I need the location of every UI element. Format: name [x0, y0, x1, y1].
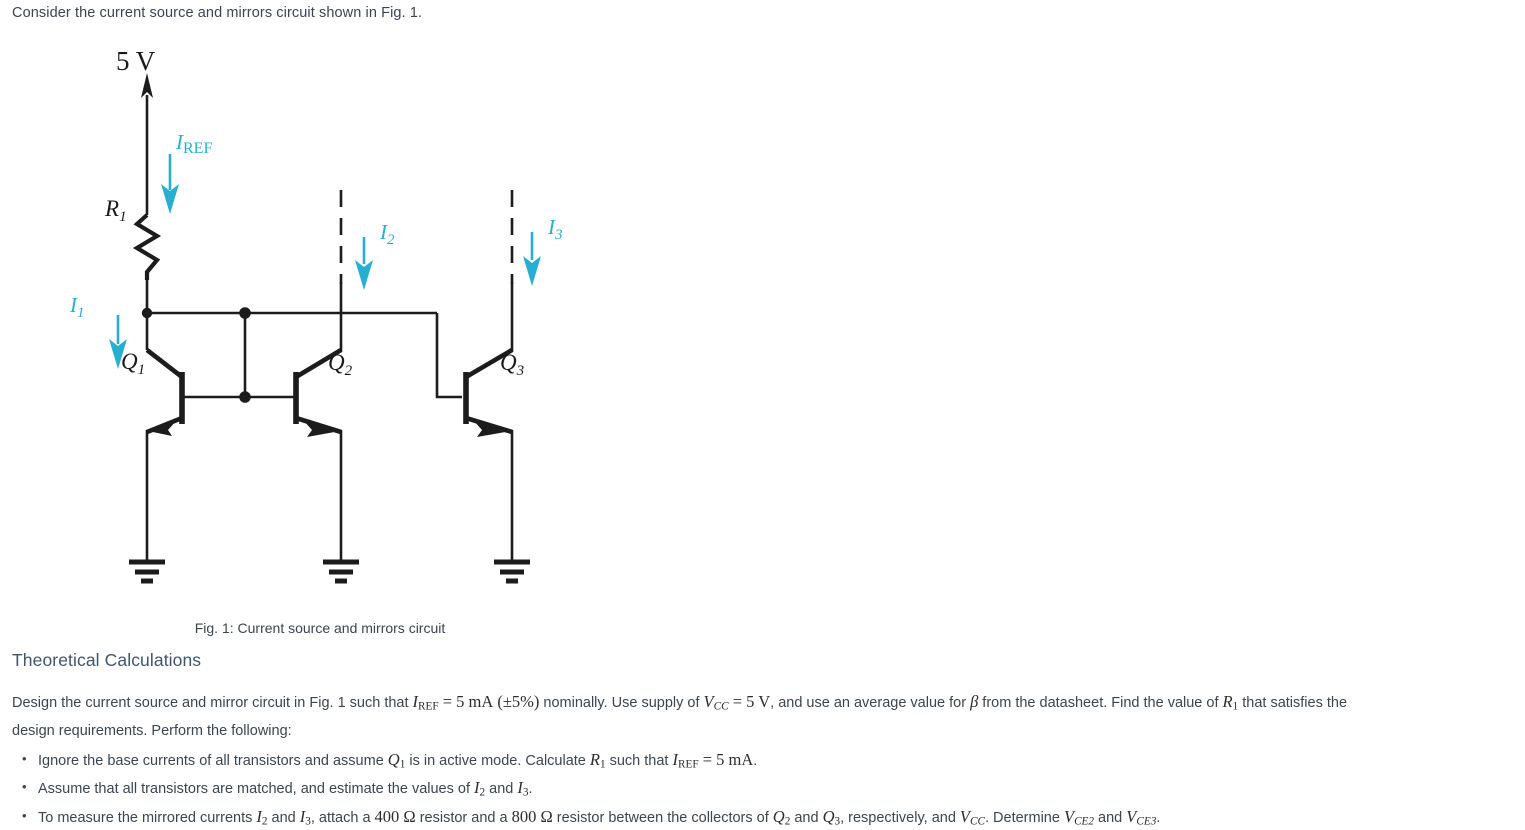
- supply-arrowhead: [141, 73, 153, 98]
- task-bullet-list: Ignore the base currents of all transist…: [12, 747, 1517, 830]
- bullet-text: resistor and a: [415, 809, 512, 826]
- figure-caption: Fig. 1: Current source and mirrors circu…: [194, 620, 446, 636]
- q1-collector-lead: [145, 348, 184, 379]
- math-number: 400 Ω: [374, 806, 416, 826]
- label-r1: R1: [104, 196, 127, 225]
- math-symbol-q2: Q2: [772, 806, 791, 828]
- math-symbol-i2: I2: [256, 806, 268, 828]
- bullet-text: and: [267, 809, 300, 826]
- para-part-1: Design the current source and mirror cir…: [12, 695, 413, 711]
- ground-symbol-q2: [323, 559, 359, 584]
- math-symbol-vCE3: VCE3: [1126, 806, 1157, 828]
- para-part-5: that satisfies the: [1238, 695, 1348, 711]
- bullet-text: To measure the mirrored currents: [38, 809, 257, 826]
- math-r1: R1: [1222, 692, 1239, 713]
- junction-dot-node2: [239, 307, 251, 319]
- math-symbol-i3: I3: [299, 806, 311, 828]
- label-i1: I1: [69, 293, 85, 321]
- math-symbol-i2: I2: [474, 778, 486, 799]
- math-symbol-vCE2: VCE2: [1063, 806, 1095, 828]
- math-symbol-q3: Q3: [822, 806, 841, 828]
- math-symbol-i3: I3: [517, 778, 529, 799]
- math-value-5ma: 5 mA: [456, 692, 494, 711]
- math-number: 800 Ω: [511, 806, 553, 826]
- bullet-text: . Determine: [984, 809, 1064, 826]
- math-symbol-r1: R1: [589, 750, 606, 771]
- bullet-text: .: [753, 753, 758, 769]
- math-equals-2: =: [728, 692, 747, 711]
- math-symbol-vCC: VCC: [959, 806, 985, 828]
- bullet-text: and: [485, 781, 518, 798]
- q3-base-feed-wire: [435, 313, 462, 399]
- math-value-5v: 5 V: [746, 692, 771, 711]
- math-symbol-iREF: IREF: [672, 750, 699, 771]
- math-iref: IREF: [412, 692, 439, 713]
- design-paragraph: Design the current source and mirror cir…: [12, 689, 1517, 744]
- label-supply-voltage: 5 V: [116, 46, 156, 76]
- para-part-3: , and use an average value for: [770, 695, 971, 711]
- bullet-text: Ignore the base currents of all transist…: [38, 753, 388, 769]
- junction-dot-node1: [141, 307, 153, 319]
- bullet-text: is in active mode. Calculate: [405, 753, 590, 769]
- bullet-ignore-base-currents: Ignore the base currents of all transist…: [12, 747, 1517, 776]
- junction-dot-base: [239, 391, 251, 403]
- math-symbol-q1: Q1: [387, 750, 406, 771]
- para-part-6: design requirements. Perform the followi…: [12, 723, 292, 740]
- bullet-text: and: [790, 809, 823, 826]
- math-vcc: VCC: [703, 692, 729, 713]
- bullet-matched-transistors: Assume that all transistors are matched,…: [12, 775, 1517, 804]
- circuit-diagram: 5 V IREF R1 I1 I2 I3 Q1 Q2 Q3: [69, 46, 563, 584]
- math-tolerance: (±5%): [497, 692, 540, 711]
- document-page: Consider the current source and mirrors …: [0, 0, 1525, 830]
- current-arrow-iref: [161, 154, 179, 214]
- ground-symbol-q1: [129, 559, 165, 584]
- label-i3: I3: [547, 215, 563, 243]
- current-arrow-i2: [355, 237, 373, 290]
- bullet-text: .: [528, 781, 533, 798]
- bullet-text: Assume that all transistors are matched,…: [38, 781, 475, 798]
- bullet-text: and: [1094, 809, 1127, 826]
- label-q3: Q3: [500, 350, 524, 379]
- bullet-text: resistor between the collectors of: [552, 809, 773, 826]
- math-equals-1: =: [438, 692, 457, 711]
- label-i2: I2: [379, 220, 395, 248]
- figure-container: 5 V IREF R1 I1 I2 I3 Q1 Q2 Q3 Fig. 1: Cu…: [0, 32, 640, 642]
- label-iref: IREF: [175, 130, 212, 157]
- intro-text: Consider the current source and mirrors …: [12, 5, 423, 21]
- section-heading: Theoretical Calculations: [12, 650, 202, 670]
- label-q1: Q1: [121, 349, 145, 378]
- label-q2: Q2: [328, 350, 353, 379]
- math-number: = 5 mA: [698, 750, 754, 769]
- current-arrow-i3: [523, 232, 541, 286]
- bullet-text: such that: [605, 753, 673, 769]
- bullet-text: , respectively, and: [840, 809, 960, 826]
- current-arrows: [109, 154, 541, 369]
- bullet-text: , attach a: [310, 809, 375, 826]
- ground-symbol-q3: [494, 559, 530, 584]
- bullet-measure-mirrored-currents: To measure the mirrored currents I2 and …: [12, 804, 1517, 830]
- para-part-2: nominally. Use supply of: [539, 695, 704, 711]
- para-part-4: from the datasheet. Find the value of: [978, 695, 1223, 711]
- bullet-text: .: [1156, 809, 1161, 826]
- resistor-r1-symbol: [132, 213, 162, 280]
